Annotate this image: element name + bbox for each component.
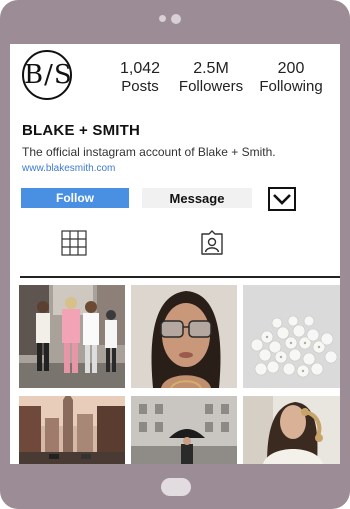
stat-followers[interactable]: 2.5M Followers: [176, 60, 246, 96]
posts-label: Posts: [121, 78, 159, 95]
profile-screen: B/S 1,042 Posts 2.5M Followers 200 Follo…: [10, 44, 340, 464]
city-skyline-street: [19, 396, 125, 464]
followers-count: 2.5M: [193, 60, 229, 77]
avatar-monogram: B/S: [24, 60, 72, 90]
tab-tagged[interactable]: [198, 230, 228, 258]
grid-icon: [61, 230, 87, 256]
avatar[interactable]: B/S: [22, 50, 72, 100]
grid-post-woman-on-phone[interactable]: [243, 396, 340, 464]
camera-dot: [159, 15, 166, 22]
woman-in-sunglasses-portrait: [131, 285, 237, 388]
chevron-down-icon: [273, 194, 291, 205]
grid-post-sunglasses-portrait[interactable]: [131, 285, 237, 388]
message-button[interactable]: Message: [142, 188, 252, 208]
tab-grid[interactable]: [60, 230, 90, 258]
profile-link[interactable]: www.blakesmith.com: [22, 163, 115, 174]
grid-post-white-flowers[interactable]: [243, 285, 340, 388]
profile-name: BLAKE + SMITH: [22, 122, 141, 139]
tablet-frame: B/S 1,042 Posts 2.5M Followers 200 Follo…: [0, 0, 350, 509]
stat-following[interactable]: 200 Following: [256, 60, 326, 96]
grid-post-city-skyline[interactable]: [19, 396, 125, 464]
tab-divider: [20, 276, 340, 278]
followers-label: Followers: [178, 78, 244, 95]
grid-post-umbrella-street[interactable]: [131, 396, 237, 464]
more-options-button[interactable]: [268, 187, 296, 211]
follow-button[interactable]: Follow: [21, 188, 129, 208]
posts-count: 1,042: [119, 60, 161, 77]
profile-bio: The official instagram account of Blake …: [22, 145, 276, 159]
following-label: Following: [259, 78, 323, 95]
woman-on-phone: [243, 396, 340, 464]
camera-lens: [171, 14, 181, 24]
street-style-group-photo: [19, 285, 125, 388]
home-button[interactable]: [161, 478, 191, 496]
grid-post-street-style-group[interactable]: [19, 285, 125, 388]
stat-posts[interactable]: 1,042 Posts: [114, 60, 166, 96]
following-count: 200: [277, 60, 305, 77]
white-flowers: [243, 285, 340, 388]
woman-with-umbrella-street: [131, 396, 237, 464]
tagged-icon: [201, 230, 223, 255]
